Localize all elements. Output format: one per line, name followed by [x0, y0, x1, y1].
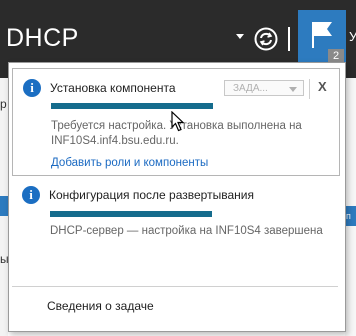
header-divider: [288, 27, 290, 51]
tasks-dropdown-label: ЗАДА...: [233, 83, 268, 94]
notifications-panel: i Установка компонента ЗАДА... X Требует…: [8, 62, 346, 332]
user-menu-label[interactable]: У: [349, 29, 356, 44]
notification-title: Установка компонента: [50, 81, 176, 95]
notification-description: Требуется настройка. Установка выполнена…: [51, 120, 302, 147]
add-roles-link[interactable]: Добавить роли и компоненты: [51, 157, 208, 169]
divider: [309, 79, 310, 99]
tasks-dropdown[interactable]: ЗАДА...: [224, 80, 304, 96]
chevron-down-icon[interactable]: [236, 34, 244, 39]
chevron-down-icon: [289, 87, 297, 92]
notification-title: Конфигурация после развертывания: [49, 188, 254, 202]
info-icon: i: [22, 186, 40, 204]
background-button[interactable]: п: [346, 206, 356, 226]
page-title: DHCP: [6, 24, 79, 52]
progress-fill: [51, 103, 213, 109]
notification-item: i Конфигурация после развертывания DHCP-…: [12, 179, 338, 243]
close-button[interactable]: X: [318, 79, 327, 94]
panel-divider: [12, 286, 338, 287]
mouse-cursor-icon: [171, 111, 185, 132]
notification-item: i Установка компонента ЗАДА... X Требует…: [12, 68, 340, 176]
progress-bar: [50, 211, 212, 217]
background-selected-item: [0, 196, 8, 216]
task-details-link[interactable]: Сведения о задаче: [47, 299, 154, 313]
notification-description: DHCP-сервер — настройка на INF10S4 завер…: [50, 225, 323, 237]
progress-fill: [50, 211, 212, 217]
info-icon: i: [23, 79, 41, 97]
notifications-flag-button[interactable]: 2: [298, 10, 346, 66]
refresh-icon[interactable]: [254, 27, 278, 51]
background-text: р: [0, 97, 7, 111]
progress-bar: [51, 103, 213, 109]
